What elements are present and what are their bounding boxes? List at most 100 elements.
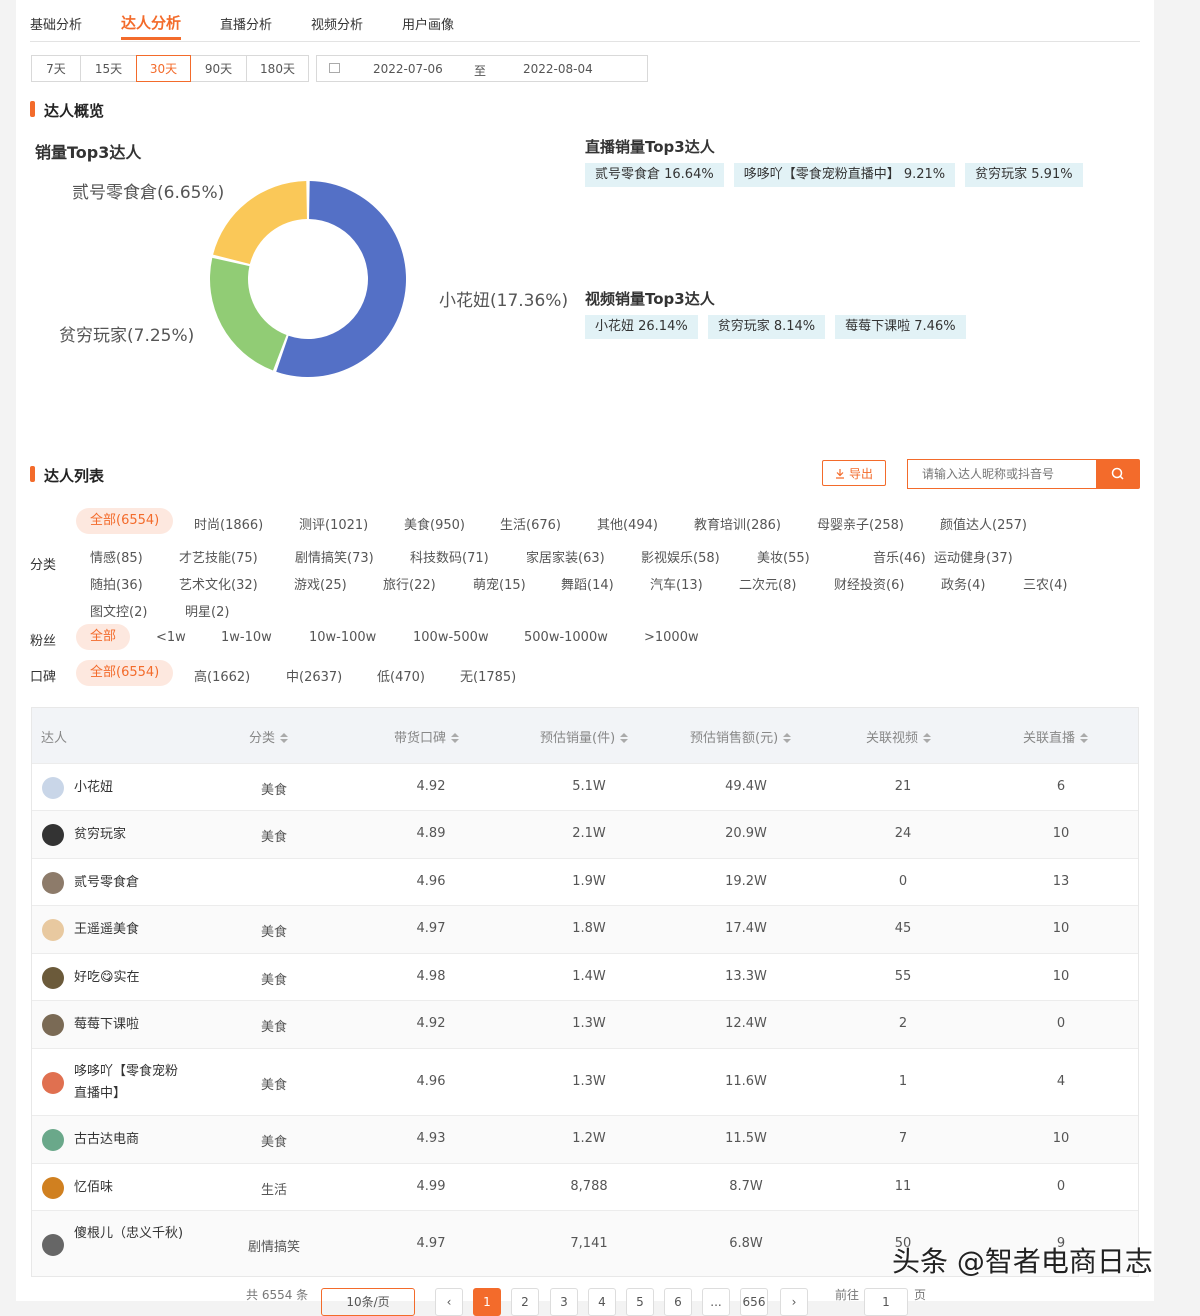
- category-filter-item[interactable]: 旅行(22): [383, 574, 436, 593]
- page-number-button[interactable]: 6: [664, 1288, 692, 1316]
- search-input[interactable]: [907, 459, 1097, 489]
- table-row[interactable]: 小花妞 美食 4.92 5.1W 49.4W 21 6: [32, 763, 1138, 811]
- category-filter-item[interactable]: 时尚(1866): [194, 514, 263, 533]
- page-number-button[interactable]: 4: [588, 1288, 616, 1316]
- table-row[interactable]: 贫穷玩家 美食 4.89 2.1W 20.9W 24 10: [32, 810, 1138, 859]
- search-button[interactable]: [1096, 459, 1140, 489]
- fans-filter-item[interactable]: 10w-100w: [309, 630, 376, 645]
- category-filter-item[interactable]: 随拍(36): [90, 574, 143, 593]
- category-filter-item[interactable]: 美妆(55): [757, 547, 810, 566]
- influencer-name[interactable]: 忆佰味: [74, 1177, 189, 1199]
- category-filter-item[interactable]: 游戏(25): [294, 574, 347, 593]
- influencer-name[interactable]: 莓莓下课啦: [74, 1014, 189, 1036]
- category-filter-item[interactable]: 剧情搞笑(73): [295, 547, 374, 566]
- range-90d[interactable]: 90天: [190, 55, 247, 82]
- col-category[interactable]: 分类: [249, 727, 289, 746]
- fans-filter-item[interactable]: >1000w: [644, 630, 699, 645]
- table-row[interactable]: 古古达电商 美食 4.93 1.2W 11.5W 7 10: [32, 1115, 1138, 1164]
- influencer-name[interactable]: 小花妞: [74, 777, 189, 799]
- page-number-button[interactable]: ...: [702, 1288, 730, 1316]
- export-button[interactable]: 导出: [822, 460, 886, 486]
- category-filter-item[interactable]: 运动健身(37): [934, 547, 1013, 566]
- category-filter-item[interactable]: 生活(676): [500, 514, 561, 533]
- category-filter-item[interactable]: 萌宠(15): [473, 574, 526, 593]
- table-row[interactable]: 贰号零食倉 4.96 1.9W 19.2W 0 13: [32, 858, 1138, 906]
- reputation-filter-item[interactable]: 高(1662): [194, 666, 250, 685]
- category-filter-item[interactable]: 艺术文化(32): [179, 574, 258, 593]
- page-size-select[interactable]: 10条/页: [321, 1288, 415, 1316]
- category-filter-item[interactable]: 美食(950): [404, 514, 465, 533]
- influencer-name[interactable]: 贰号零食倉: [74, 872, 189, 894]
- col-lives[interactable]: 关联直播: [1023, 727, 1089, 746]
- range-15d[interactable]: 15天: [80, 55, 137, 82]
- prev-page-button[interactable]: ‹: [435, 1288, 463, 1316]
- influencer-name[interactable]: 傻根儿（忠义千秋): [74, 1223, 189, 1245]
- fans-filter-item[interactable]: 全部: [76, 624, 131, 650]
- col-videos[interactable]: 关联视频: [866, 727, 932, 746]
- influencer-name[interactable]: 古古达电商: [74, 1129, 189, 1151]
- category-filter-item[interactable]: 科技数码(71): [410, 547, 489, 566]
- reputation-filter-item[interactable]: 无(1785): [460, 666, 516, 685]
- cell-videos: 24: [894, 826, 912, 841]
- category-filter-item[interactable]: 母婴亲子(258): [817, 514, 904, 533]
- influencer-name[interactable]: 好吃😋实在: [74, 967, 189, 989]
- table-row[interactable]: 王遥遥美食 美食 4.97 1.8W 17.4W 45 10: [32, 905, 1138, 954]
- tab-live[interactable]: 直播分析: [220, 14, 272, 33]
- fans-filter-item[interactable]: 1w-10w: [221, 630, 272, 645]
- category-filter-item[interactable]: 测评(1021): [299, 514, 368, 533]
- category-filter-item[interactable]: 全部(6554): [76, 508, 174, 534]
- col-amount[interactable]: 预估销售额(元): [690, 727, 792, 746]
- sort-icon: [280, 733, 289, 744]
- date-range-picker[interactable]: 2022-07-06 至 2022-08-04: [316, 55, 648, 82]
- influencer-name[interactable]: 王遥遥美食: [74, 919, 189, 941]
- next-page-button[interactable]: ›: [780, 1288, 808, 1316]
- category-filter-item[interactable]: 明星(2): [185, 601, 229, 620]
- goto-input[interactable]: 1: [864, 1288, 908, 1316]
- page-number-button[interactable]: 2: [511, 1288, 539, 1316]
- fans-filter-item[interactable]: 500w-1000w: [524, 630, 608, 645]
- category-filter-item[interactable]: 影视娱乐(58): [641, 547, 720, 566]
- page-number-button[interactable]: 1: [473, 1288, 501, 1316]
- category-filter-item[interactable]: 其他(494): [597, 514, 658, 533]
- category-filter-item[interactable]: 颜值达人(257): [940, 514, 1027, 533]
- page-number-button[interactable]: 656: [740, 1288, 768, 1316]
- category-filter-item[interactable]: 音乐(46): [873, 547, 926, 566]
- cell-sales: 7,141: [570, 1236, 608, 1251]
- page-number-button[interactable]: 3: [550, 1288, 578, 1316]
- tab-video[interactable]: 视频分析: [311, 14, 363, 33]
- col-reputation[interactable]: 带货口碑: [394, 727, 460, 746]
- category-filter-item[interactable]: 二次元(8): [739, 574, 796, 593]
- tab-basic[interactable]: 基础分析: [30, 14, 82, 33]
- table-row[interactable]: 忆佰味 生活 4.99 8,788 8.7W 11 0: [32, 1163, 1138, 1211]
- donut-slice: [209, 257, 287, 371]
- tab-user-profile[interactable]: 用户画像: [402, 14, 454, 33]
- category-filter-item[interactable]: 财经投资(6): [834, 574, 904, 593]
- influencer-name[interactable]: 贫穷玩家: [74, 824, 189, 846]
- fans-filter-item[interactable]: <1w: [156, 630, 186, 645]
- table-row[interactable]: 莓莓下课啦 美食 4.92 1.3W 12.4W 2 0: [32, 1000, 1138, 1049]
- reputation-filter-item[interactable]: 中(2637): [286, 666, 342, 685]
- category-filter-item[interactable]: 舞蹈(14): [561, 574, 614, 593]
- col-videos-label: 关联视频: [866, 731, 919, 746]
- category-filter-item[interactable]: 三农(4): [1023, 574, 1067, 593]
- fans-filter-item[interactable]: 100w-500w: [413, 630, 489, 645]
- reputation-filter-item[interactable]: 低(470): [377, 666, 425, 685]
- range-180d[interactable]: 180天: [246, 55, 309, 82]
- category-filter-item[interactable]: 家居家装(63): [526, 547, 605, 566]
- table-row[interactable]: 好吃😋实在 美食 4.98 1.4W 13.3W 55 10: [32, 953, 1138, 1001]
- table-row[interactable]: 哆哆吖【零食宠粉直播中】 美食 4.96 1.3W 11.6W 1 4: [32, 1048, 1138, 1116]
- col-sales[interactable]: 预估销量(件): [540, 727, 629, 746]
- reputation-filter-item[interactable]: 全部(6554): [76, 660, 174, 686]
- influencer-name[interactable]: 哆哆吖【零食宠粉直播中】: [74, 1061, 189, 1105]
- live-top3-title: 直播销量Top3达人: [585, 138, 715, 156]
- category-filter-item[interactable]: 才艺技能(75): [179, 547, 258, 566]
- range-30d[interactable]: 30天: [136, 55, 191, 82]
- category-filter-item[interactable]: 图文控(2): [90, 601, 147, 620]
- range-7d[interactable]: 7天: [31, 55, 81, 82]
- category-filter-item[interactable]: 教育培训(286): [694, 514, 781, 533]
- category-filter-item[interactable]: 情感(85): [90, 547, 143, 566]
- category-filter-item[interactable]: 政务(4): [941, 574, 985, 593]
- category-filter-item[interactable]: 汽车(13): [650, 574, 703, 593]
- page-number-button[interactable]: 5: [626, 1288, 654, 1316]
- tab-influencer[interactable]: 达人分析: [121, 12, 181, 33]
